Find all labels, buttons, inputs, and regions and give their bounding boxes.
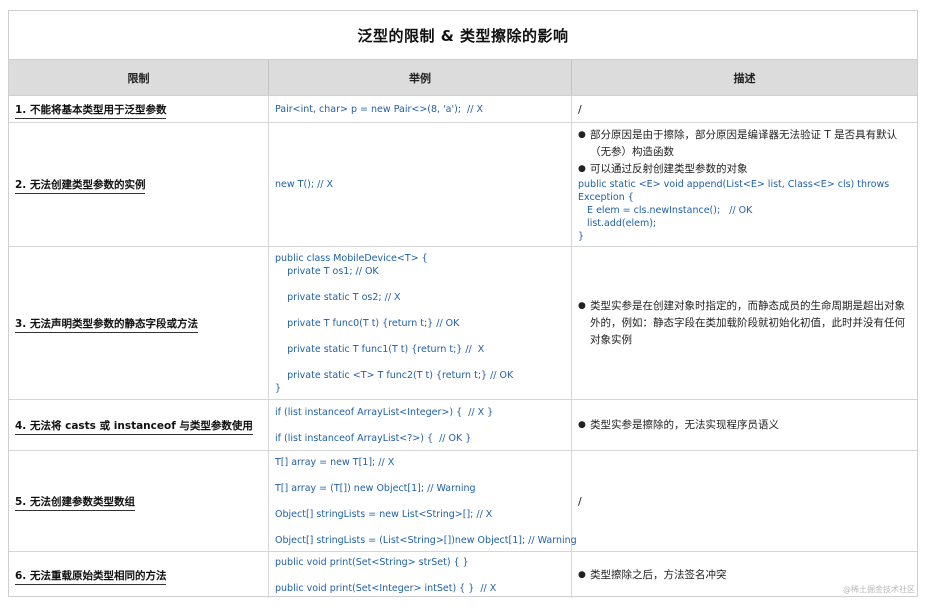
bullet-item: ● 类型实参是在创建对象时指定的，而静态成员的生命周期是超出对象外的，例如：静态字… (578, 298, 911, 349)
watermark: @稀土掘金技术社区 (843, 585, 915, 594)
description-text: / (578, 494, 582, 508)
bullet-icon: ● (578, 129, 586, 140)
table-header: 限制 举例 描述 (9, 60, 917, 96)
limit-text: 3. 无法声明类型参数的静态字段或方法 (15, 317, 198, 333)
bullet-icon: ● (578, 419, 586, 430)
bullet-icon: ● (578, 569, 586, 580)
header-example: 举例 (269, 60, 572, 95)
generics-table: 泛型的限制 & 类型擦除的影响 限制 举例 描述 1. 不能将基本类型用于泛型参… (8, 10, 918, 598)
limit-text: 4. 无法将 casts 或 instanceof 与类型参数使用 (15, 419, 253, 435)
header-limit: 限制 (9, 60, 269, 95)
table-row: 4. 无法将 casts 或 instanceof 与类型参数使用 if (li… (9, 400, 917, 451)
example-code: Pair<int, char> p = new Pair<>(8, 'a'); … (275, 103, 483, 115)
header-description: 描述 (733, 71, 756, 85)
bullet-icon: ● (578, 300, 586, 311)
description-text: / (578, 102, 582, 116)
description-code: public static <E> void append(List<E> li… (578, 178, 890, 242)
limit-text: 6. 无法重载原始类型相同的方法 (15, 569, 167, 585)
limit-text: 1. 不能将基本类型用于泛型参数 (15, 103, 167, 119)
example-code: if (list instanceof ArrayList<Integer>) … (275, 406, 494, 444)
example-code: public void print(Set<String> strSet) { … (275, 556, 497, 594)
example-code: public class MobileDevice<T> { private T… (275, 252, 514, 394)
table-row: 6. 无法重载原始类型相同的方法 public void print(Set<S… (9, 552, 917, 598)
bullet-item: ● 类型实参是擦除的，无法实现程序员语义 (578, 417, 911, 434)
table-title: 泛型的限制 & 类型擦除的影响 (9, 11, 917, 60)
example-code: T[] array = new T[1]; // X T[] array = (… (275, 456, 577, 546)
limit-text: 2. 无法创建类型参数的实例 (15, 179, 146, 194)
bullet-icon: ● (578, 163, 586, 174)
table-row: 5. 无法创建参数类型数组 T[] array = new T[1]; // X… (9, 451, 917, 552)
table-row: 1. 不能将基本类型用于泛型参数 Pair<int, char> p = new… (9, 96, 917, 123)
bullet-item: ● 类型擦除之后，方法签名冲突 (578, 567, 911, 584)
limit-text: 5. 无法创建参数类型数组 (15, 495, 135, 511)
table-row: 2. 无法创建类型参数的实例 new T(); // X ● 部分原因是由于擦除，… (9, 123, 917, 247)
example-code: new T(); // X (275, 179, 334, 190)
bullet-item: ● 部分原因是由于擦除，部分原因是编译器无法验证 T 是否具有默认（无参）构造函数 (578, 127, 911, 161)
bullet-item: ● 可以通过反射创建类型参数的对象 (578, 161, 911, 178)
table-row: 3. 无法声明类型参数的静态字段或方法 public class MobileD… (9, 247, 917, 400)
